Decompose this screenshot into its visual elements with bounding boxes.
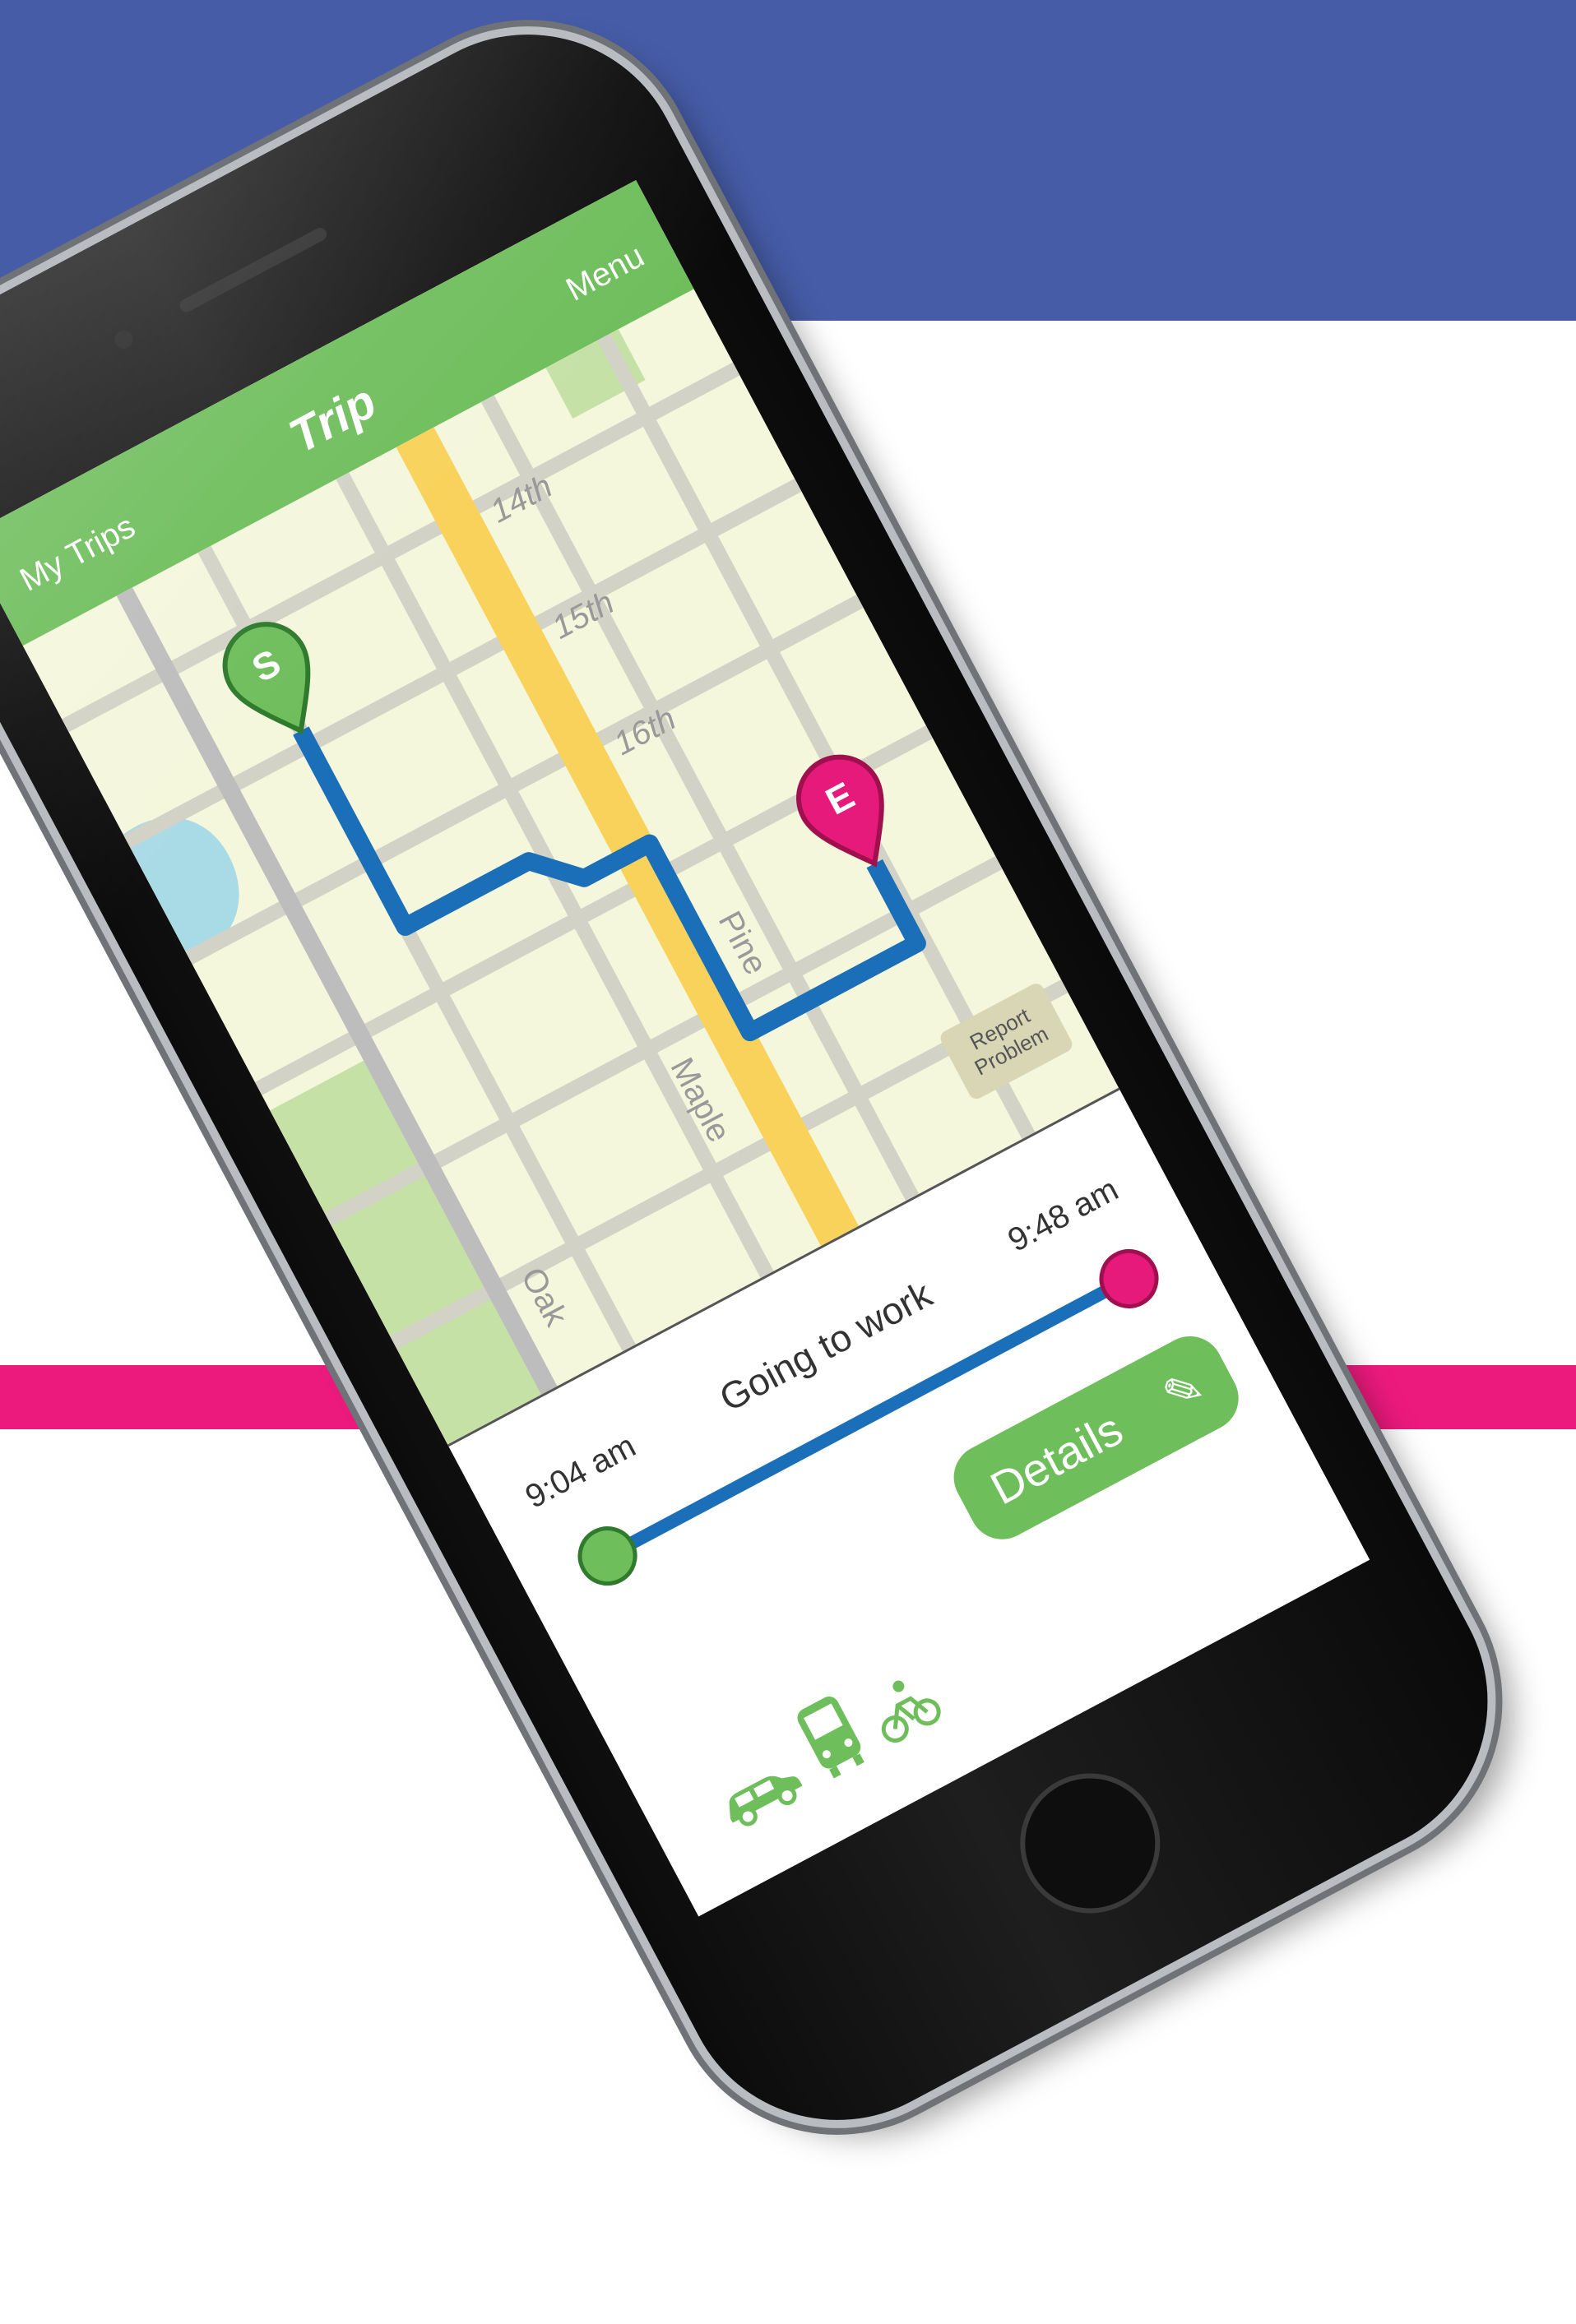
- pine-highway: [396, 427, 859, 1247]
- bicycle-icon: [881, 1680, 941, 1743]
- car-icon: [729, 1775, 803, 1826]
- details-button-label: Details: [981, 1402, 1131, 1515]
- end-marker[interactable]: E: [784, 743, 911, 883]
- phone: My Trips Trip Menu 14th 15th 16th Pine M…: [0, 0, 1543, 2175]
- timeline-end-dot: [1088, 1238, 1170, 1319]
- bus-icon: [797, 1696, 864, 1779]
- timeline-start-dot: [567, 1516, 648, 1596]
- pencil-icon: ✎: [1154, 1359, 1213, 1424]
